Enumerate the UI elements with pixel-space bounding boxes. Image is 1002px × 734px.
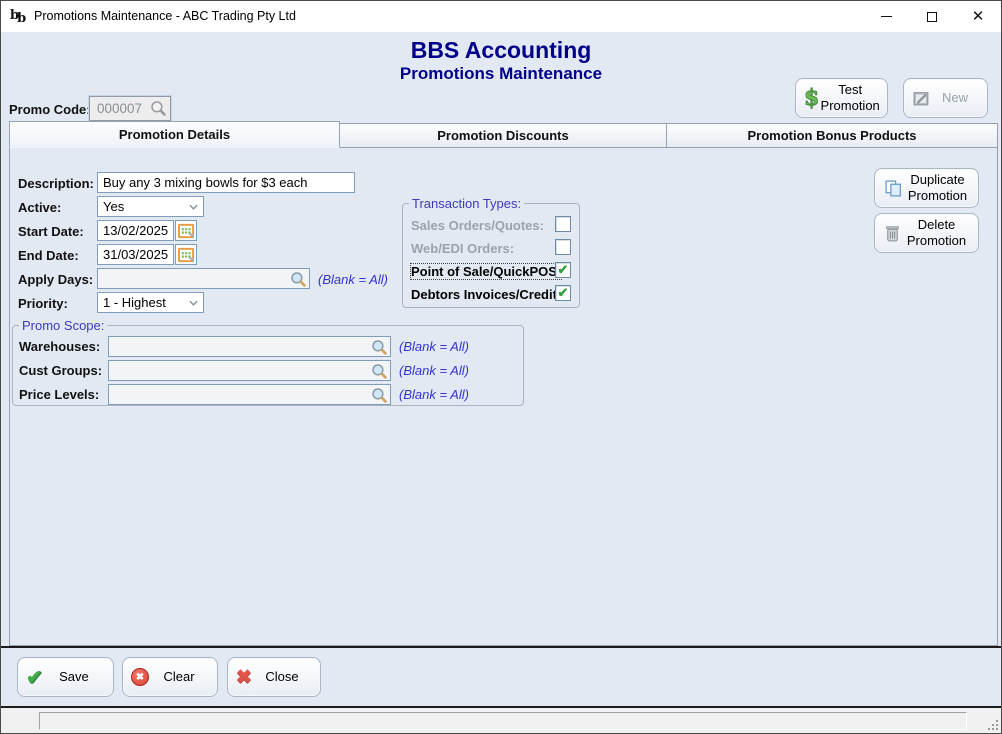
promo-scope-group: Promo Scope: Warehouses: (Blank = All) C…: [12, 318, 524, 406]
clear-label: Clear: [163, 668, 195, 684]
priority-select[interactable]: 1 - Highest: [97, 292, 204, 313]
delete-promotion-button[interactable]: Delete Promotion: [874, 213, 979, 253]
save-button[interactable]: ✔ Save: [17, 657, 114, 697]
description-input[interactable]: Buy any 3 mixing bowls for $3 each: [97, 172, 355, 193]
divider: [1, 646, 1001, 648]
maximize-button[interactable]: [909, 1, 955, 32]
end-date-label: End Date:: [18, 248, 79, 263]
transaction-types-legend: Transaction Types:: [412, 196, 522, 211]
calendar-icon: [177, 223, 194, 239]
cust-groups-input[interactable]: [108, 360, 391, 381]
cust-groups-hint: (Blank = All): [399, 363, 469, 378]
tab-promotion-discounts[interactable]: Promotion Discounts: [340, 123, 667, 148]
debtors-invoices-credits-checkbox[interactable]: ✔: [555, 285, 571, 301]
window-title: Promotions Maintenance - ABC Trading Pty…: [34, 9, 296, 23]
tab-promotion-details[interactable]: Promotion Details: [9, 121, 340, 148]
sales-orders-quotes-checkbox[interactable]: [555, 216, 571, 232]
minimize-button[interactable]: [863, 1, 909, 32]
active-label: Active:: [18, 200, 62, 215]
point-of-sale-quickpos-label: Point of Sale/QuickPOS:: [409, 263, 563, 280]
apply-days-label: Apply Days:: [18, 272, 94, 287]
resize-grip[interactable]: [987, 719, 999, 731]
close-button[interactable]: ✖ Close: [227, 657, 321, 697]
status-message-panel: [39, 712, 967, 730]
new-button[interactable]: New: [903, 78, 988, 118]
maximize-icon: [927, 11, 937, 22]
start-date-input[interactable]: 13/02/2025: [97, 220, 174, 241]
start-date-label: Start Date:: [18, 224, 84, 239]
promotion-details-panel: Description: Buy any 3 mixing bowls for …: [9, 147, 998, 646]
save-label: Save: [59, 668, 89, 684]
app-title: BBS Accounting: [410, 37, 592, 63]
cancel-circle-icon: ✖: [131, 668, 149, 686]
chevron-down-icon: [189, 204, 198, 210]
dollar-icon: $: [803, 85, 820, 112]
warehouses-label: Warehouses:: [19, 339, 101, 354]
close-label: Close: [265, 668, 299, 684]
active-select[interactable]: Yes: [97, 196, 204, 217]
debtors-invoices-credits-label: Debtors Invoices/Credits:: [411, 287, 569, 302]
chevron-down-icon: [189, 300, 198, 306]
test-promotion-label: Test Promotion: [820, 81, 880, 113]
transaction-types-group: Transaction Types: Sales Orders/Quotes: …: [402, 196, 580, 308]
calendar-icon: [177, 247, 194, 263]
web-edi-orders-checkbox[interactable]: [555, 239, 571, 255]
minimize-icon: [880, 16, 892, 17]
promo-code-value: 000007: [97, 101, 143, 116]
status-bar: [1, 708, 1001, 733]
clear-button[interactable]: ✖ Clear: [122, 657, 218, 697]
price-levels-input[interactable]: [108, 384, 391, 405]
new-label: New: [941, 89, 968, 105]
price-levels-label: Price Levels:: [19, 387, 100, 402]
description-label: Description:: [18, 176, 94, 191]
tab-promotion-bonus-products[interactable]: Promotion Bonus Products: [667, 123, 998, 148]
promo-scope-legend: Promo Scope:: [22, 318, 105, 333]
copy-icon: [884, 179, 903, 198]
cust-groups-label: Cust Groups:: [19, 363, 103, 378]
new-notepad-icon: [912, 89, 931, 108]
warehouses-hint: (Blank = All): [399, 339, 469, 354]
sales-orders-quotes-label: Sales Orders/Quotes:: [411, 218, 544, 233]
delete-promotion-label: Delete Promotion: [906, 216, 967, 248]
search-icon: [371, 363, 387, 379]
warehouses-input[interactable]: [108, 336, 391, 357]
tab-strip: Promotion Details Promotion Discounts Pr…: [9, 121, 998, 148]
search-icon: [371, 387, 387, 403]
promo-code-field[interactable]: 000007: [89, 96, 171, 121]
trash-icon: [884, 224, 901, 243]
end-date-input[interactable]: 31/03/2025: [97, 244, 174, 265]
price-levels-hint: (Blank = All): [399, 387, 469, 402]
search-icon: [290, 271, 306, 287]
priority-label: Priority:: [18, 296, 68, 311]
checkmark-icon: ✔: [26, 666, 43, 689]
start-date-calendar-button[interactable]: [175, 220, 197, 241]
search-icon: [150, 100, 166, 116]
promotions-maintenance-window: bb Promotions Maintenance - ABC Trading …: [0, 0, 1002, 734]
close-x-icon: ✖: [236, 666, 252, 688]
app-logo-icon: bb: [10, 8, 27, 26]
title-bar: bb Promotions Maintenance - ABC Trading …: [1, 1, 1001, 32]
promo-code-label: Promo Code:: [9, 102, 91, 117]
test-promotion-button[interactable]: $ Test Promotion: [795, 78, 888, 118]
duplicate-promotion-label: Duplicate Promotion: [907, 171, 968, 203]
close-window-button[interactable]: ✕: [955, 1, 1001, 32]
apply-days-input[interactable]: [97, 268, 310, 289]
web-edi-orders-label: Web/EDI Orders:: [411, 241, 515, 256]
search-icon: [371, 339, 387, 355]
close-icon: ✕: [971, 8, 985, 25]
duplicate-promotion-button[interactable]: Duplicate Promotion: [874, 168, 979, 208]
end-date-calendar-button[interactable]: [175, 244, 197, 265]
point-of-sale-quickpos-checkbox[interactable]: ✔: [555, 262, 571, 278]
apply-days-hint: (Blank = All): [318, 272, 388, 287]
